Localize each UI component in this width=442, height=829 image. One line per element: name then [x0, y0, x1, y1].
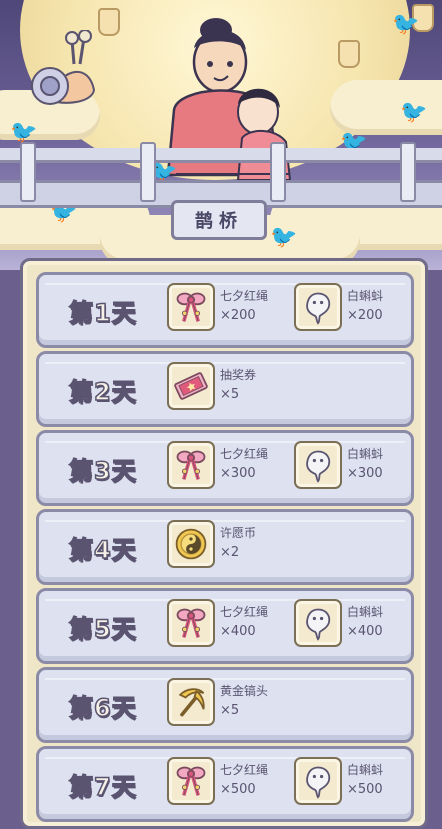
day-label: 第4天	[68, 535, 137, 565]
item-quantity: ×200	[220, 308, 256, 323]
reward-row: 第2天 抽奖券 ×5	[36, 351, 414, 427]
white-tadpole-icon	[294, 441, 342, 489]
item-quantity: ×500	[220, 782, 256, 797]
item-name: 七夕红绳	[220, 289, 269, 303]
item-name: 白蝌蚪	[347, 605, 384, 619]
reward-item[interactable]: 黄金镐头 ×5	[167, 678, 268, 726]
item-name: 抽奖券	[220, 368, 257, 382]
reward-row: 第3天 七夕红绳 ×300 白蝌蚪 ×300	[36, 430, 414, 506]
red-cord-icon	[167, 757, 215, 805]
item-name: 七夕红绳	[220, 447, 269, 461]
white-tadpole-icon	[294, 599, 342, 647]
item-quantity: ×300	[220, 466, 256, 481]
item-name: 许愿币	[220, 526, 257, 540]
reward-row: 第5天 七夕红绳 ×400 白蝌蚪 ×400	[36, 588, 414, 664]
item-quantity: ×400	[347, 624, 383, 639]
reward-row: 第7天 七夕红绳 ×500 白蝌蚪 ×500	[36, 746, 414, 822]
day-label: 第7天	[68, 772, 137, 802]
sky-lantern	[98, 8, 120, 36]
reward-row: 第1天 七夕红绳 ×200 白蝌蚪 ×200	[36, 272, 414, 348]
item-quantity: ×200	[347, 308, 383, 323]
red-cord-icon	[167, 283, 215, 331]
reward-item[interactable]: 七夕红绳 ×200	[167, 283, 268, 331]
day-label: 第3天	[68, 456, 137, 486]
reward-row: 第4天 许愿币 ×2	[36, 509, 414, 585]
reward-item[interactable]: 白蝌蚪 ×200	[294, 283, 383, 331]
magpie-icon: 🐦	[270, 225, 298, 250]
item-name: 黄金镐头	[220, 684, 269, 698]
item-quantity: ×2	[220, 545, 240, 560]
item-name: 白蝌蚪	[347, 447, 384, 461]
item-quantity: ×300	[347, 466, 383, 481]
qixi-banner-scene: 🐦 🐦 🐦 🐦 🐦 🐦 🐦 鹊桥	[0, 0, 442, 270]
magpie-icon: 🐦	[392, 12, 420, 37]
item-name: 七夕红绳	[220, 763, 269, 777]
wish-coin-icon	[167, 520, 215, 568]
reward-item[interactable]: 七夕红绳 ×400	[167, 599, 268, 647]
white-tadpole-icon	[294, 757, 342, 805]
golden-pickaxe-icon	[167, 678, 215, 726]
daily-rewards-panel: 第1天 七夕红绳 ×200 白蝌蚪 ×200 第2天 抽奖券 ×5 第3天 七夕红绳 ×300 白蝌蚪…	[20, 258, 428, 829]
magpie-icon: 🐦	[400, 100, 428, 125]
day-label: 第6天	[68, 693, 137, 723]
reward-item[interactable]: 七夕红绳 ×300	[167, 441, 268, 489]
lottery-ticket-icon	[167, 362, 215, 410]
reward-item[interactable]: 白蝌蚪 ×500	[294, 757, 383, 805]
item-quantity: ×500	[347, 782, 383, 797]
red-cord-icon	[167, 441, 215, 489]
sky-lantern	[338, 40, 360, 68]
item-quantity: ×400	[220, 624, 256, 639]
red-cord-icon	[167, 599, 215, 647]
bridge-sign: 鹊桥	[171, 200, 267, 240]
item-name: 七夕红绳	[220, 605, 269, 619]
reward-item[interactable]: 七夕红绳 ×500	[167, 757, 268, 805]
reward-row: 第6天 黄金镐头 ×5	[36, 667, 414, 743]
white-tadpole-icon	[294, 283, 342, 331]
day-label: 第2天	[68, 377, 137, 407]
reward-item[interactable]: 许愿币 ×2	[167, 520, 256, 568]
item-name: 白蝌蚪	[347, 763, 384, 777]
item-name: 白蝌蚪	[347, 289, 384, 303]
reward-item[interactable]: 白蝌蚪 ×300	[294, 441, 383, 489]
item-quantity: ×5	[220, 703, 240, 718]
snail-icon	[31, 30, 96, 105]
reward-item[interactable]: 白蝌蚪 ×400	[294, 599, 383, 647]
item-quantity: ×5	[220, 387, 240, 402]
day-label: 第5天	[68, 614, 137, 644]
reward-item[interactable]: 抽奖券 ×5	[167, 362, 256, 410]
day-label: 第1天	[68, 298, 137, 328]
